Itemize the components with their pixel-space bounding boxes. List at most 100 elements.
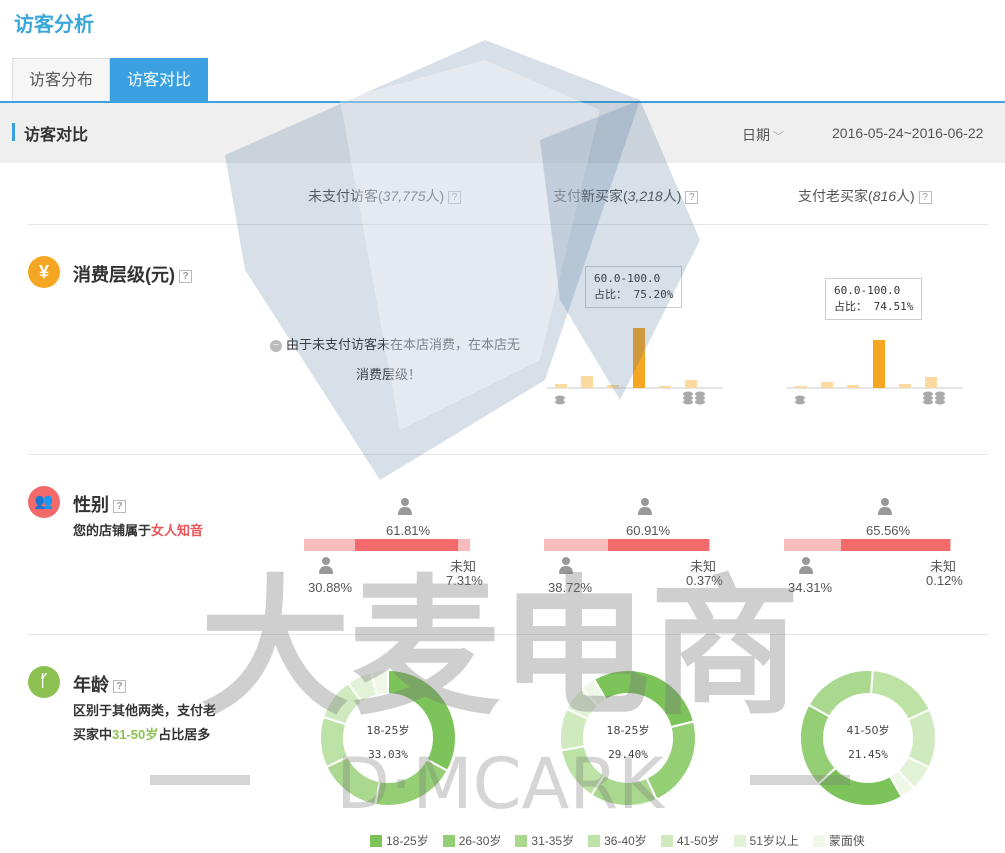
help-icon[interactable]: ? bbox=[179, 269, 192, 283]
male-icon bbox=[558, 556, 574, 574]
legend-item[interactable]: 31-35岁 bbox=[515, 832, 574, 849]
legend-item[interactable]: 36-40岁 bbox=[588, 832, 647, 849]
date-dropdown[interactable]: 日期 ﹀ bbox=[742, 125, 784, 145]
legend-swatch bbox=[588, 834, 601, 847]
female-percent: 65.56% bbox=[866, 523, 911, 538]
tab-visitor-compare[interactable]: 访客对比 bbox=[110, 58, 209, 102]
help-icon[interactable]: ? bbox=[685, 190, 699, 204]
tooltip-old-buyer: 60.0-100.0 占比： 74.51% bbox=[825, 278, 923, 320]
help-icon[interactable]: ? bbox=[448, 190, 462, 204]
female-segment bbox=[355, 539, 458, 551]
female-segment bbox=[608, 539, 710, 551]
bar bbox=[581, 376, 593, 388]
tab-visitor-distribution[interactable]: 访客分布 bbox=[12, 58, 111, 102]
male-segment bbox=[784, 539, 841, 551]
minus-icon: − bbox=[270, 339, 282, 352]
donut-center-label: 41-50岁 bbox=[847, 723, 890, 737]
consumption-chart-old bbox=[787, 340, 963, 405]
column-name: 支付新买家 bbox=[553, 188, 623, 204]
family-icon: ᚶ bbox=[28, 666, 60, 698]
help-icon[interactable]: ? bbox=[918, 190, 932, 204]
legend-swatch bbox=[733, 834, 746, 847]
donut-slice bbox=[645, 720, 697, 801]
bar bbox=[555, 384, 567, 388]
column-unit: 人 bbox=[896, 188, 911, 204]
unknown-percent: 7.31% bbox=[446, 573, 483, 588]
legend-item[interactable]: 蒙面侠 bbox=[812, 832, 865, 849]
column-header-unpaid: 未支付访客(37,775人)? bbox=[308, 186, 462, 206]
donut-slice bbox=[807, 669, 874, 718]
donut-slice bbox=[592, 669, 696, 729]
legend-label: 蒙面侠 bbox=[828, 834, 865, 848]
legend-swatch bbox=[515, 834, 528, 847]
divider bbox=[28, 454, 988, 455]
gender-bar bbox=[784, 539, 950, 551]
column-count: 816 bbox=[872, 188, 897, 204]
date-range: 2016-05-24~2016-06-22 bbox=[832, 125, 984, 141]
consumption-note: − 由于未支付访客未在本店消费，在本店无 消费层级！ bbox=[270, 330, 520, 390]
female-segment bbox=[840, 539, 950, 551]
people-icon: 👥 bbox=[28, 486, 60, 518]
divider bbox=[28, 634, 988, 635]
tab-bar: 访客分布 访客对比 bbox=[12, 58, 209, 102]
section-header: 访客对比 日期 ﹀ 2016-05-24~2016-06-22 bbox=[0, 103, 1005, 163]
female-icon bbox=[397, 497, 413, 515]
column-unit: 人 bbox=[425, 188, 440, 204]
legend-item[interactable]: 41-50岁 bbox=[660, 832, 720, 849]
row-title-gender: 性别? bbox=[73, 491, 126, 517]
legend-swatch bbox=[660, 834, 673, 847]
bar bbox=[795, 386, 807, 388]
section-title: 访客对比 bbox=[24, 127, 89, 144]
bar bbox=[659, 386, 671, 388]
legend-label: 51岁以上 bbox=[749, 834, 799, 848]
legend-item[interactable]: 51岁以上 bbox=[733, 832, 799, 849]
female-percent: 60.91% bbox=[626, 523, 671, 538]
male-percent: 34.31% bbox=[788, 580, 833, 595]
help-icon[interactable]: ? bbox=[113, 499, 126, 513]
column-name: 支付老买家 bbox=[798, 188, 868, 204]
donut-center-value: 29.40% bbox=[608, 748, 648, 761]
legend-label: 31-35岁 bbox=[531, 834, 575, 848]
unknown-segment bbox=[709, 539, 710, 551]
column-unit: 人 bbox=[662, 188, 677, 204]
coin-icon bbox=[795, 395, 805, 405]
gender-description: 您的店铺属于女人知音 bbox=[73, 523, 204, 538]
divider bbox=[28, 224, 988, 225]
bar bbox=[925, 377, 937, 388]
legend-item[interactable]: 18-25岁 bbox=[370, 832, 429, 849]
tooltip-new-buyer: 60.0-100.0 占比： 75.20% bbox=[585, 266, 683, 308]
consumption-chart-new bbox=[547, 328, 723, 405]
help-icon[interactable]: ? bbox=[113, 679, 126, 693]
bar bbox=[821, 382, 833, 388]
coin-stack-icon bbox=[683, 391, 705, 405]
section-marker bbox=[12, 123, 15, 141]
date-label: 日期 bbox=[742, 127, 770, 143]
unknown-percent: 0.12% bbox=[926, 573, 963, 588]
male-icon bbox=[318, 556, 334, 574]
age-donuts: 18-25岁 33.03% 18-25岁 29.40% 41-50岁 21.45% bbox=[319, 668, 937, 807]
legend-item[interactable]: 26-30岁 bbox=[442, 832, 502, 849]
male-percent: 30.88% bbox=[308, 580, 353, 595]
page-title: 访客分析 bbox=[14, 14, 94, 36]
yen-icon: ¥ bbox=[28, 256, 60, 288]
chevron-down-icon: ﹀ bbox=[773, 131, 784, 143]
female-percent: 61.81% bbox=[386, 523, 431, 538]
coin-stack-icon bbox=[923, 391, 945, 405]
male-segment bbox=[544, 539, 609, 551]
male-icon bbox=[798, 556, 814, 574]
legend-label: 18-25岁 bbox=[386, 834, 429, 848]
legend-label: 26-30岁 bbox=[458, 834, 502, 848]
column-header-old-buyer: 支付老买家(816人)? bbox=[798, 186, 932, 206]
donut-center-value: 33.03% bbox=[368, 748, 408, 761]
legend-swatch bbox=[442, 834, 455, 847]
unknown-segment bbox=[457, 539, 470, 551]
bar bbox=[873, 340, 885, 388]
row-title-age: 年龄? bbox=[73, 671, 126, 697]
male-percent: 38.72% bbox=[548, 580, 593, 595]
gender-bar bbox=[304, 539, 470, 551]
gender-bar bbox=[544, 539, 710, 551]
coin-icon bbox=[555, 395, 565, 405]
legend-label: 41-50岁 bbox=[676, 834, 720, 848]
male-segment bbox=[304, 539, 356, 551]
bar bbox=[685, 380, 697, 388]
